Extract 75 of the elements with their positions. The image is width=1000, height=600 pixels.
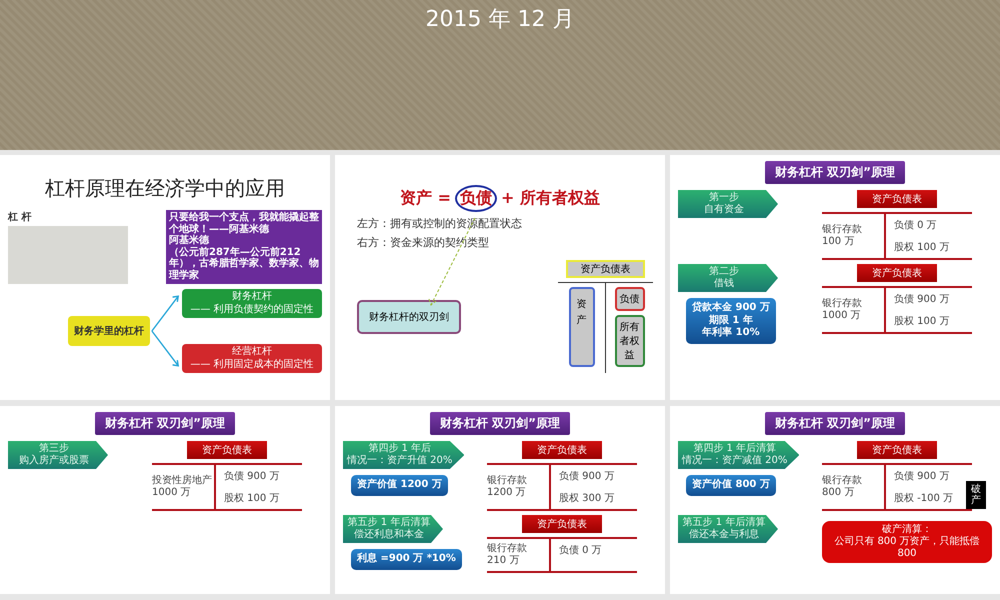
step-line: 第一步 <box>708 192 740 204</box>
slide-thumbnail[interactable]: 财务杠杆 双刃剑”原理 第一步 自有资金 资产负债表 银行存款 100 万 负债 0 万 股权 100 万 第二步 借钱 贷款本金 900 万 期限 1 年 年利率 10% 资产负债表 银行存款 1000 万 负债 900 万 股权 100 万 <box>670 155 1000 400</box>
note-line: 资产价值 1200 万 <box>357 479 442 492</box>
sheet-header: 资产负债表 <box>522 441 602 459</box>
sheet-header: 资产负债表 <box>857 264 937 282</box>
liability-box: 所有者权益 <box>614 315 644 367</box>
equity-entry: 负债 0 万 <box>894 219 938 232</box>
table-header: 资产负债表 <box>566 260 645 278</box>
quote-line: 阿基米德 <box>169 235 210 246</box>
step-line: 第四步 1 年后 <box>367 443 432 454</box>
title-banner: 财务杠杆 双刃剑”原理 <box>430 412 570 435</box>
cover-date: 2015 年 12 月 <box>426 6 574 34</box>
equity-entry: 负债 900 万 <box>224 470 280 483</box>
asset-entry: 银行存款 100 万 <box>822 224 863 248</box>
equation-text: 资产 = <box>400 188 451 209</box>
alert-line: 公司只有 800 万资产，只能抵偿 800 <box>833 536 981 560</box>
step-line: 第五步 1 年后清算 <box>682 517 766 528</box>
caption: 杠 杆 <box>8 210 32 224</box>
equity-entry: 股权 100 万 <box>894 240 950 254</box>
step-line: 自有资金 <box>703 204 745 216</box>
equity-entry: 股权 -100 万 <box>894 492 954 505</box>
equation-text: + 所有者权益 <box>501 188 600 209</box>
step-line: 情况一：资产升值 20% <box>347 455 452 467</box>
equity-entry: 负债 0 万 <box>559 544 603 557</box>
branch-line: —— 利用固定成本的固定性 <box>189 358 315 371</box>
topic-box: 财务杠杆的双刃剑 <box>357 300 461 334</box>
asset-box: 资产 <box>568 287 594 367</box>
equity-entry: 负债 900 万 <box>894 293 950 306</box>
branch-line: 经营杠杆 <box>231 346 273 358</box>
center-box: 财务学里的杠杆 <box>68 316 150 346</box>
asset-entry: 银行存款 1000 万 <box>822 298 863 322</box>
asset-entry: 银行存款 800 万 <box>822 475 863 499</box>
step-line: 购入房产或股票 <box>18 455 90 467</box>
equity-entry: 股权 100 万 <box>224 492 280 505</box>
step-line: 第四步 1 年后清算 <box>692 443 778 454</box>
slide-thumbnail[interactable]: 财务杠杆 双刃剑”原理 第四步 1 年后 情况一：资产升值 20% 资产价值 1200 万 资产负债表 银行存款 1200 万 负债 900 万 股权 300 万 第五步 1 年后清算 偿还利息和本金 利息 =900 万 *10% 资产负债表 银行存款 210 万 负债 0 万 <box>335 406 665 594</box>
liability-box: 负债 <box>614 287 644 311</box>
slide-thumbnail[interactable]: 财务杠杆 双刃剑”原理 第三步 购入房产或股票 资产负债表 投资性房地产 1000 万 负债 900 万 股权 100 万 <box>0 406 330 594</box>
sheet-header: 资产负债表 <box>857 441 937 459</box>
circled-term: 负债 <box>455 185 497 212</box>
equity-entry: 负债 900 万 <box>894 470 950 483</box>
step-line: 第二步 <box>708 266 740 278</box>
branch-line: —— 利用负债契约的固定性 <box>189 304 315 316</box>
note-line: 期限 1 年 <box>708 314 754 326</box>
slide-thumbnail[interactable]: 财务杠杆 双刃剑”原理 第四步 1 年后清算 情况一：资产减值 20% 资产价值 800 万 资产负债表 银行存款 800 万 负债 900 万 股权 -100 万 破产 第五步 1 年后清算 偿还本金与利息 破产清算： 公司只有 800 万资产，只能抵偿 800 <box>670 406 1000 594</box>
sheet-header: 资产负债表 <box>857 190 937 208</box>
title-banner: 财务杠杆 双刃剑”原理 <box>94 412 236 435</box>
title-banner: 财务杠杆 双刃剑”原理 <box>764 412 906 435</box>
alert-line: 破产清算： <box>881 524 933 536</box>
sheet-header: 资产负债表 <box>522 515 602 533</box>
slide-thumbnail[interactable]: 杠杆原理在经济学中的应用 杠 杆 只要给我一个支点，我就能撬起整个地球！——阿基米德 阿基米德 （公元前287年—公元前212年），古希腊哲学家、数学家、物理学家 财务学里的杠杆 财务杠杆 —— 利用负债契约的固定性 经营杠杆 —— 利用固定成本的固定性 <box>0 155 330 400</box>
asset-entry: 银行存款 1200 万 <box>487 475 528 499</box>
sheet-header: 资产负债表 <box>187 441 267 459</box>
quote-line: （公元前287年—公元前212年），古希腊哲学家、数学家、物理学家 <box>169 246 319 281</box>
asset-entry: 银行存款 210 万 <box>487 543 528 567</box>
step-line: 借钱 <box>713 278 735 290</box>
step-line: 情况一：资产减值 20% <box>682 455 788 467</box>
note-line: 年利率 10% <box>700 327 761 340</box>
equity-entry: 股权 300 万 <box>559 492 616 505</box>
equity-entry: 股权 100 万 <box>894 314 950 328</box>
title-banner: 财务杠杆 双刃剑”原理 <box>764 161 906 184</box>
slide-title: 杠杆原理在经济学中的应用 <box>44 175 286 202</box>
asset-entry: 投资性房地产 1000 万 <box>152 475 213 499</box>
branch-line: 财务杠杆 <box>231 291 273 304</box>
note-line: 利息 =900 万 *10% <box>357 553 456 566</box>
step-line: 第三步 <box>38 443 70 454</box>
step-line: 第五步 1 年后清算 <box>347 517 431 528</box>
step-line: 偿还利息和本金 <box>353 529 425 541</box>
step-line: 偿还本金与利息 <box>688 529 760 541</box>
note-line: 资产价值 800 万 <box>692 479 770 492</box>
note-line: 贷款本金 900 万 <box>692 302 770 314</box>
stamp-badge: 破产 <box>966 481 986 509</box>
body-text: 右方：资金来源的契约类型 <box>357 235 490 250</box>
quote-line: 只要给我一个支点，我就能撬起整个地球！——阿基米德 <box>169 212 319 234</box>
equity-entry: 负债 900 万 <box>559 470 616 483</box>
